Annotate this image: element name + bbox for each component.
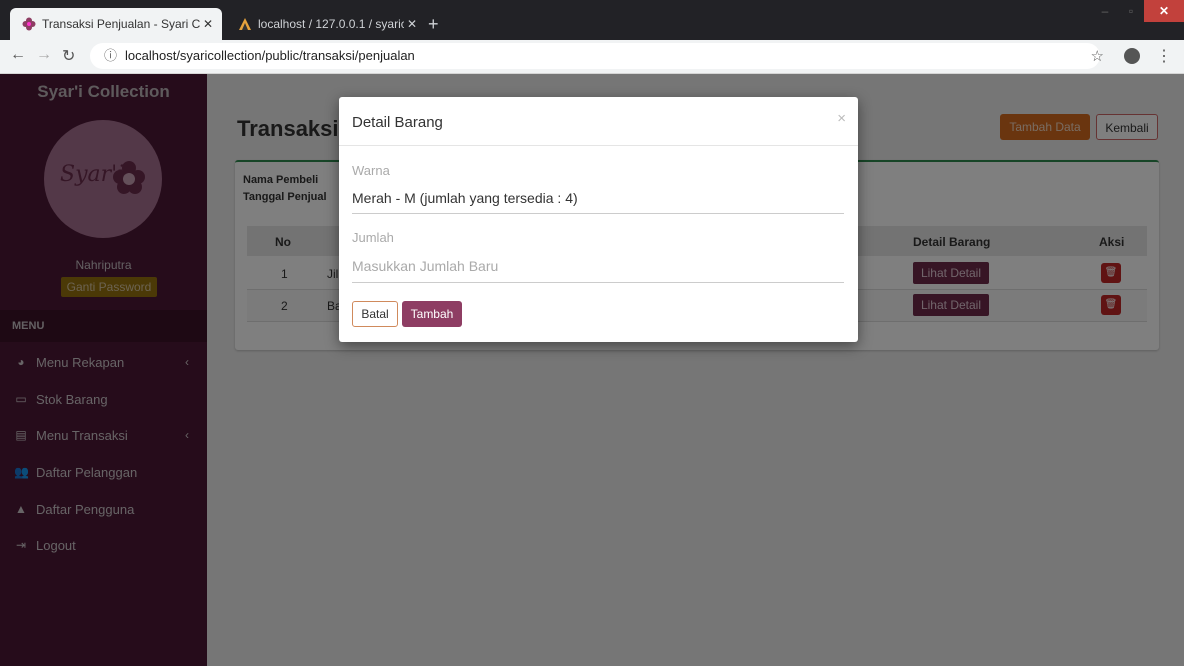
close-tab-icon[interactable]: ✕ <box>200 17 216 31</box>
minimize-icon[interactable]: – <box>1092 0 1118 22</box>
forward-arrow-icon[interactable]: → <box>36 46 52 64</box>
close-tab-icon[interactable]: ✕ <box>404 17 420 31</box>
quantity-input[interactable] <box>352 254 844 278</box>
close-icon[interactable]: × <box>837 110 846 127</box>
address-bar: ← → ↻ ⓘ localhost/syaricollection/public/… <box>0 40 1184 74</box>
quantity-underline <box>352 282 844 283</box>
color-label: Warna <box>352 163 390 178</box>
url-text: localhost/syaricollection/public/transak… <box>125 48 415 63</box>
detail-barang-modal: Detail Barang × Warna Merah - M (jumlah … <box>339 97 858 342</box>
tab-title: localhost / 127.0.0.1 / syaricollect <box>258 17 404 31</box>
modal-title: Detail Barang <box>352 114 443 131</box>
quantity-label: Jumlah <box>352 230 394 245</box>
window-close-icon[interactable]: ✕ <box>1144 0 1184 22</box>
window-controls: – ▫ ✕ <box>1092 0 1184 24</box>
profile-avatar-icon[interactable] <box>1124 48 1140 64</box>
tab-title: Transaksi Penjualan - Syari Collec <box>42 17 200 31</box>
url-field[interactable]: ⓘ localhost/syaricollection/public/transa… <box>90 43 1100 69</box>
reload-icon[interactable]: ↻ <box>62 46 75 66</box>
flower-favicon-icon <box>22 17 36 31</box>
phpmyadmin-favicon-icon <box>238 17 252 31</box>
browser-tab-bar: Transaksi Penjualan - Syari Collec ✕ loc… <box>0 0 1184 40</box>
more-menu-icon[interactable]: ⋮ <box>1156 46 1172 66</box>
browser-tab-active[interactable]: Transaksi Penjualan - Syari Collec ✕ <box>10 8 222 40</box>
color-underline <box>352 213 844 214</box>
add-button[interactable]: Tambah <box>402 301 462 327</box>
browser-tab-inactive[interactable]: localhost / 127.0.0.1 / syaricollect ✕ <box>226 8 426 40</box>
modal-divider <box>339 145 858 146</box>
bookmark-star-icon[interactable]: ☆ <box>1091 47 1104 65</box>
maximize-icon[interactable]: ▫ <box>1118 0 1144 22</box>
cancel-button[interactable]: Batal <box>352 301 398 327</box>
color-select[interactable]: Merah - M (jumlah yang tersedia : 4) <box>352 190 578 206</box>
info-icon[interactable]: ⓘ <box>104 48 117 63</box>
back-arrow-icon[interactable]: ← <box>10 46 26 64</box>
new-tab-icon[interactable]: + <box>428 14 439 35</box>
